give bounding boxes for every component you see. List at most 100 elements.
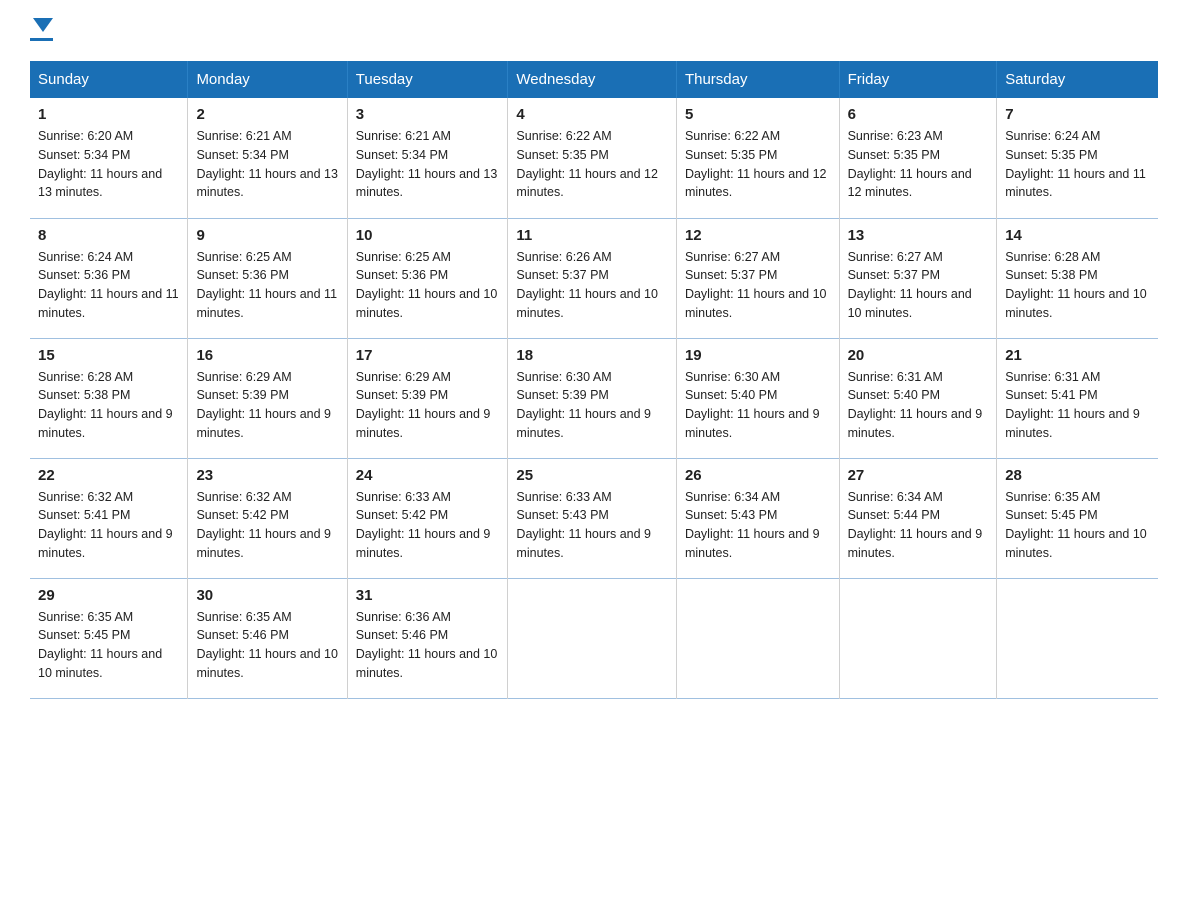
calendar-week-row: 1 Sunrise: 6:20 AMSunset: 5:34 PMDayligh… (30, 98, 1158, 218)
day-number: 6 (848, 106, 989, 123)
day-number: 9 (196, 227, 338, 244)
calendar-week-row: 15 Sunrise: 6:28 AMSunset: 5:38 PMDaylig… (30, 338, 1158, 458)
day-number: 22 (38, 467, 179, 484)
calendar-cell: 1 Sunrise: 6:20 AMSunset: 5:34 PMDayligh… (30, 98, 188, 218)
calendar-cell: 6 Sunrise: 6:23 AMSunset: 5:35 PMDayligh… (839, 98, 997, 218)
day-number: 2 (196, 106, 338, 123)
day-number: 27 (848, 467, 989, 484)
calendar-cell: 8 Sunrise: 6:24 AMSunset: 5:36 PMDayligh… (30, 218, 188, 338)
calendar-cell: 29 Sunrise: 6:35 AMSunset: 5:45 PMDaylig… (30, 578, 188, 698)
calendar-cell (997, 578, 1158, 698)
day-number: 13 (848, 227, 989, 244)
day-number: 26 (685, 467, 831, 484)
day-info: Sunrise: 6:28 AMSunset: 5:38 PMDaylight:… (38, 368, 179, 443)
calendar-cell: 12 Sunrise: 6:27 AMSunset: 5:37 PMDaylig… (676, 218, 839, 338)
calendar-cell: 31 Sunrise: 6:36 AMSunset: 5:46 PMDaylig… (347, 578, 508, 698)
day-info: Sunrise: 6:28 AMSunset: 5:38 PMDaylight:… (1005, 248, 1150, 323)
day-number: 5 (685, 106, 831, 123)
calendar-header-tuesday: Tuesday (347, 61, 508, 98)
calendar-cell: 28 Sunrise: 6:35 AMSunset: 5:45 PMDaylig… (997, 458, 1158, 578)
calendar-cell (508, 578, 677, 698)
day-number: 12 (685, 227, 831, 244)
day-info: Sunrise: 6:23 AMSunset: 5:35 PMDaylight:… (848, 127, 989, 202)
day-info: Sunrise: 6:34 AMSunset: 5:43 PMDaylight:… (685, 488, 831, 563)
day-info: Sunrise: 6:30 AMSunset: 5:40 PMDaylight:… (685, 368, 831, 443)
calendar-week-row: 29 Sunrise: 6:35 AMSunset: 5:45 PMDaylig… (30, 578, 1158, 698)
calendar-cell: 18 Sunrise: 6:30 AMSunset: 5:39 PMDaylig… (508, 338, 677, 458)
calendar-cell: 30 Sunrise: 6:35 AMSunset: 5:46 PMDaylig… (188, 578, 347, 698)
day-number: 20 (848, 347, 989, 364)
calendar-cell: 4 Sunrise: 6:22 AMSunset: 5:35 PMDayligh… (508, 98, 677, 218)
day-info: Sunrise: 6:36 AMSunset: 5:46 PMDaylight:… (356, 608, 500, 683)
day-number: 25 (516, 467, 668, 484)
calendar-cell: 7 Sunrise: 6:24 AMSunset: 5:35 PMDayligh… (997, 98, 1158, 218)
calendar-cell: 24 Sunrise: 6:33 AMSunset: 5:42 PMDaylig… (347, 458, 508, 578)
day-number: 17 (356, 347, 500, 364)
logo-triangle-icon (33, 18, 53, 32)
calendar-cell: 27 Sunrise: 6:34 AMSunset: 5:44 PMDaylig… (839, 458, 997, 578)
day-number: 19 (685, 347, 831, 364)
day-number: 14 (1005, 227, 1150, 244)
calendar-cell: 3 Sunrise: 6:21 AMSunset: 5:34 PMDayligh… (347, 98, 508, 218)
day-info: Sunrise: 6:27 AMSunset: 5:37 PMDaylight:… (685, 248, 831, 323)
calendar-cell: 21 Sunrise: 6:31 AMSunset: 5:41 PMDaylig… (997, 338, 1158, 458)
calendar-cell: 23 Sunrise: 6:32 AMSunset: 5:42 PMDaylig… (188, 458, 347, 578)
calendar-cell: 10 Sunrise: 6:25 AMSunset: 5:36 PMDaylig… (347, 218, 508, 338)
calendar-cell: 14 Sunrise: 6:28 AMSunset: 5:38 PMDaylig… (997, 218, 1158, 338)
day-number: 15 (38, 347, 179, 364)
calendar-cell: 11 Sunrise: 6:26 AMSunset: 5:37 PMDaylig… (508, 218, 677, 338)
calendar-cell (839, 578, 997, 698)
day-info: Sunrise: 6:35 AMSunset: 5:45 PMDaylight:… (1005, 488, 1150, 563)
day-info: Sunrise: 6:20 AMSunset: 5:34 PMDaylight:… (38, 127, 179, 202)
calendar-cell: 9 Sunrise: 6:25 AMSunset: 5:36 PMDayligh… (188, 218, 347, 338)
day-number: 1 (38, 106, 179, 123)
day-info: Sunrise: 6:35 AMSunset: 5:46 PMDaylight:… (196, 608, 338, 683)
calendar-cell: 20 Sunrise: 6:31 AMSunset: 5:40 PMDaylig… (839, 338, 997, 458)
day-number: 29 (38, 587, 179, 604)
day-info: Sunrise: 6:30 AMSunset: 5:39 PMDaylight:… (516, 368, 668, 443)
day-number: 28 (1005, 467, 1150, 484)
calendar-cell (676, 578, 839, 698)
day-number: 31 (356, 587, 500, 604)
calendar-week-row: 8 Sunrise: 6:24 AMSunset: 5:36 PMDayligh… (30, 218, 1158, 338)
day-number: 21 (1005, 347, 1150, 364)
day-info: Sunrise: 6:25 AMSunset: 5:36 PMDaylight:… (356, 248, 500, 323)
day-info: Sunrise: 6:32 AMSunset: 5:42 PMDaylight:… (196, 488, 338, 563)
calendar-cell: 19 Sunrise: 6:30 AMSunset: 5:40 PMDaylig… (676, 338, 839, 458)
calendar-cell: 22 Sunrise: 6:32 AMSunset: 5:41 PMDaylig… (30, 458, 188, 578)
calendar-header-monday: Monday (188, 61, 347, 98)
day-info: Sunrise: 6:35 AMSunset: 5:45 PMDaylight:… (38, 608, 179, 683)
day-info: Sunrise: 6:22 AMSunset: 5:35 PMDaylight:… (685, 127, 831, 202)
day-number: 30 (196, 587, 338, 604)
day-number: 24 (356, 467, 500, 484)
day-info: Sunrise: 6:29 AMSunset: 5:39 PMDaylight:… (196, 368, 338, 443)
day-number: 23 (196, 467, 338, 484)
day-number: 3 (356, 106, 500, 123)
day-number: 11 (516, 227, 668, 244)
calendar-week-row: 22 Sunrise: 6:32 AMSunset: 5:41 PMDaylig… (30, 458, 1158, 578)
calendar-cell: 15 Sunrise: 6:28 AMSunset: 5:38 PMDaylig… (30, 338, 188, 458)
day-number: 4 (516, 106, 668, 123)
calendar-table: SundayMondayTuesdayWednesdayThursdayFrid… (30, 61, 1158, 699)
calendar-cell: 16 Sunrise: 6:29 AMSunset: 5:39 PMDaylig… (188, 338, 347, 458)
day-info: Sunrise: 6:24 AMSunset: 5:35 PMDaylight:… (1005, 127, 1150, 202)
calendar-cell: 26 Sunrise: 6:34 AMSunset: 5:43 PMDaylig… (676, 458, 839, 578)
calendar-header-friday: Friday (839, 61, 997, 98)
calendar-cell: 13 Sunrise: 6:27 AMSunset: 5:37 PMDaylig… (839, 218, 997, 338)
day-info: Sunrise: 6:25 AMSunset: 5:36 PMDaylight:… (196, 248, 338, 323)
day-info: Sunrise: 6:29 AMSunset: 5:39 PMDaylight:… (356, 368, 500, 443)
calendar-header-row: SundayMondayTuesdayWednesdayThursdayFrid… (30, 61, 1158, 98)
day-number: 10 (356, 227, 500, 244)
day-info: Sunrise: 6:33 AMSunset: 5:42 PMDaylight:… (356, 488, 500, 563)
day-info: Sunrise: 6:32 AMSunset: 5:41 PMDaylight:… (38, 488, 179, 563)
calendar-header-saturday: Saturday (997, 61, 1158, 98)
calendar-cell: 5 Sunrise: 6:22 AMSunset: 5:35 PMDayligh… (676, 98, 839, 218)
day-number: 16 (196, 347, 338, 364)
day-info: Sunrise: 6:27 AMSunset: 5:37 PMDaylight:… (848, 248, 989, 323)
day-info: Sunrise: 6:26 AMSunset: 5:37 PMDaylight:… (516, 248, 668, 323)
day-info: Sunrise: 6:21 AMSunset: 5:34 PMDaylight:… (356, 127, 500, 202)
calendar-header-wednesday: Wednesday (508, 61, 677, 98)
calendar-header-thursday: Thursday (676, 61, 839, 98)
calendar-cell: 17 Sunrise: 6:29 AMSunset: 5:39 PMDaylig… (347, 338, 508, 458)
logo (30, 20, 53, 41)
